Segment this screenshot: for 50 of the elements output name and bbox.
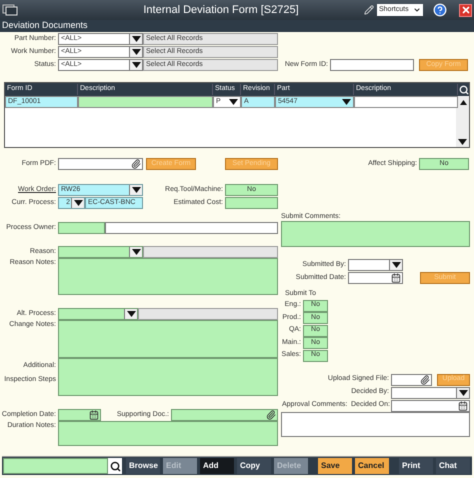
- caret-icon: [132, 249, 140, 255]
- text-area[interactable]: [281, 412, 470, 436]
- close-icon: [460, 5, 470, 15]
- input-field[interactable]: [391, 374, 432, 386]
- search-icon[interactable]: [110, 460, 120, 472]
- scroll-down-icon: [458, 139, 467, 145]
- input-field[interactable]: [143, 246, 278, 258]
- help-icon[interactable]: [433, 3, 447, 17]
- input-field[interactable]: [138, 308, 278, 320]
- calendar-icon: [458, 400, 468, 410]
- paperclip-icon: [266, 410, 276, 420]
- calendar-icon: [89, 410, 99, 420]
- paperclip-icon: [420, 374, 430, 384]
- calendar-icon: [391, 273, 401, 283]
- input-field[interactable]: [58, 409, 101, 421]
- toolbar-button[interactable]: Cancel: [355, 458, 389, 474]
- search-field[interactable]: [3, 458, 108, 474]
- toolbar-button[interactable]: Copy: [237, 458, 271, 474]
- caret-icon: [132, 187, 140, 193]
- dropdown-field[interactable]: [58, 246, 143, 258]
- caret-icon: [342, 99, 351, 105]
- caret-icon: [126, 311, 136, 317]
- input-field[interactable]: [348, 272, 403, 284]
- toolbar-button[interactable]: Chat: [436, 458, 470, 474]
- window-title: Internal Deviation Form [S2725]: [142, 2, 300, 18]
- pencil-icon[interactable]: [364, 5, 374, 15]
- close-button[interactable]: [459, 4, 472, 16]
- toolbar-button[interactable]: Save: [318, 458, 352, 474]
- caret-icon: [392, 262, 400, 268]
- toolbar-button[interactable]: Add: [200, 458, 234, 474]
- input-field[interactable]: [330, 59, 414, 71]
- input-field[interactable]: [225, 197, 278, 209]
- dropdown-field[interactable]: [391, 386, 470, 398]
- scroll-up-icon[interactable]: [460, 100, 467, 104]
- dropdown-field[interactable]: [58, 308, 138, 320]
- dropdown-field[interactable]: [348, 259, 403, 271]
- toolbar-button[interactable]: Browse: [126, 458, 160, 474]
- caret-icon: [74, 200, 82, 206]
- caret-icon: [229, 99, 238, 105]
- caret-icon: [413, 6, 421, 14]
- windows-icon: [2, 4, 18, 16]
- caret-icon: [458, 390, 468, 396]
- toolbar-button[interactable]: Print: [399, 458, 433, 474]
- paperclip-icon: [131, 159, 141, 169]
- input-field[interactable]: [58, 158, 143, 170]
- input-field[interactable]: [58, 222, 105, 234]
- section-header: Deviation Documents: [0, 20, 474, 32]
- input-field[interactable]: [105, 222, 278, 234]
- input-field[interactable]: [171, 409, 278, 421]
- input-field[interactable]: [391, 400, 470, 412]
